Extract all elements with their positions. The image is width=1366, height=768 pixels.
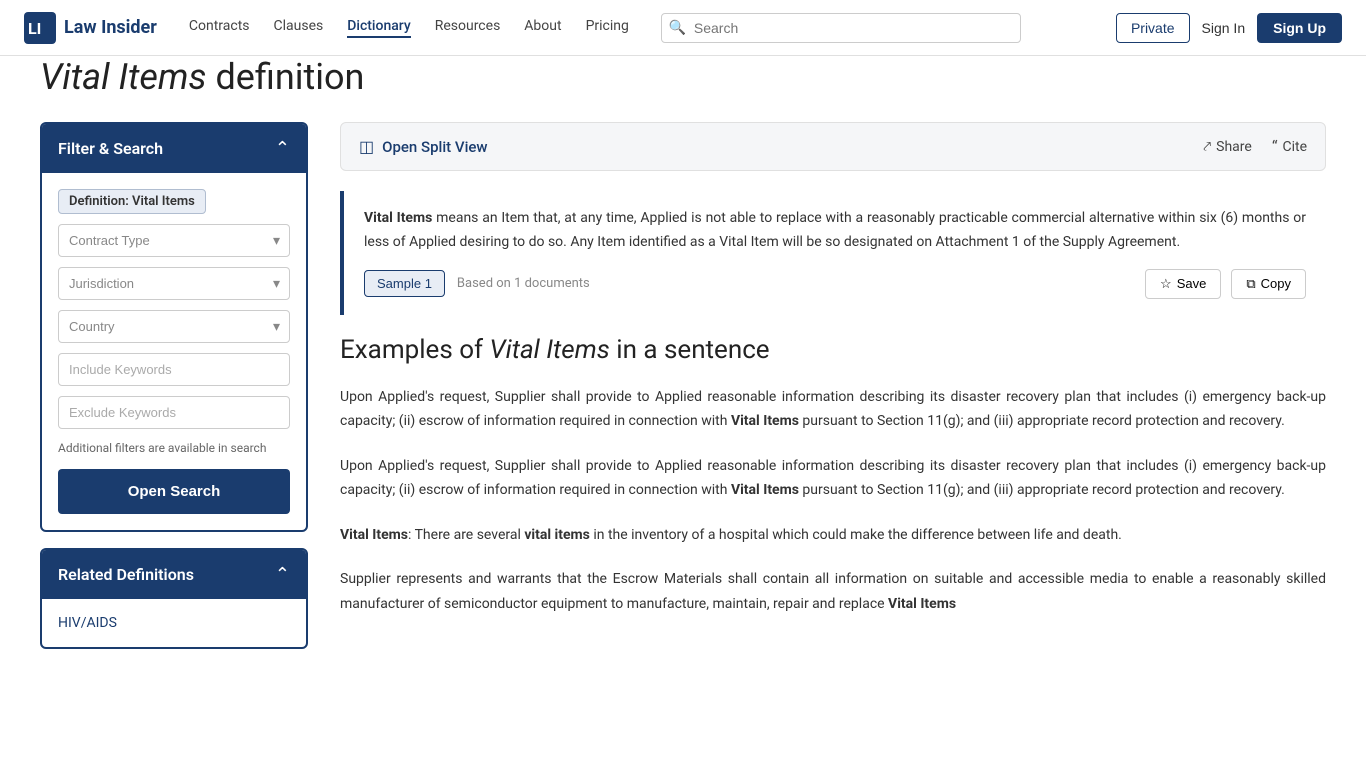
definition-tag-value: Vital Items	[132, 194, 195, 209]
save-button[interactable]: ☆ Save	[1145, 269, 1221, 299]
cite-icon: “	[1272, 137, 1278, 156]
page-title-suffix: definition	[207, 56, 365, 98]
copy-icon: ⧉	[1246, 276, 1255, 292]
sample-1-button[interactable]: Sample 1	[364, 270, 445, 297]
definition-tag-prefix: Definition:	[69, 194, 132, 209]
country-wrapper: Country	[58, 310, 290, 343]
related-box: Related Definitions ⌃ HIV/AIDS	[40, 548, 308, 649]
nav-links: Contracts Clauses Dictionary Resources A…	[189, 18, 629, 38]
signin-button[interactable]: Sign In	[1202, 20, 1246, 36]
country-select[interactable]: Country	[58, 310, 290, 343]
cite-label: Cite	[1282, 139, 1307, 155]
example-para-4: Supplier represents and warrants that th…	[340, 567, 1326, 616]
contract-type-select[interactable]: Contract Type	[58, 224, 290, 257]
include-keywords-input[interactable]	[58, 353, 290, 386]
filter-box: Filter & Search ⌃ Definition: Vital Item…	[40, 122, 308, 532]
filter-header: Filter & Search ⌃	[42, 124, 306, 173]
save-star-icon: ☆	[1160, 276, 1172, 292]
page-title: Vital Items definition	[40, 56, 1326, 98]
nav-pricing[interactable]: Pricing	[586, 18, 629, 38]
svg-text:LI: LI	[28, 19, 41, 38]
navbar: LI Law Insider Contracts Clauses Diction…	[0, 0, 1366, 56]
copy-label: Copy	[1261, 276, 1291, 291]
nav-dictionary[interactable]: Dictionary	[347, 18, 410, 38]
related-header: Related Definitions ⌃	[42, 550, 306, 599]
page-title-italic: Vital Items	[40, 56, 207, 98]
jurisdiction-select[interactable]: Jurisdiction	[58, 267, 290, 300]
logo-text: Law Insider	[64, 17, 157, 38]
content-header: ◫ Open Split View ⤤ Share “ Cite	[340, 122, 1326, 171]
content-header-actions: ⤤ Share “ Cite	[1203, 137, 1307, 156]
example-2-bold: Vital Items	[731, 482, 799, 498]
filter-note: Additional filters are available in sear…	[58, 441, 290, 455]
main-layout: Vital Items definition Filter & Search ⌃…	[0, 56, 1366, 689]
share-icon: ⤤	[1203, 139, 1211, 155]
nav-actions: Private Sign In Sign Up	[1116, 13, 1342, 43]
search-icon: 🔍	[669, 20, 686, 36]
nav-resources[interactable]: Resources	[435, 18, 501, 38]
example-3-bold-inline: vital items	[524, 527, 590, 543]
examples-title-prefix: Examples of	[340, 335, 490, 365]
logo-icon: LI	[24, 12, 56, 44]
signup-button[interactable]: Sign Up	[1257, 13, 1342, 43]
example-4-bold: Vital Items	[888, 596, 956, 612]
definition-bold-term: Vital Items	[364, 210, 432, 226]
open-split-view-label: Open Split View	[382, 138, 487, 156]
example-1-bold: Vital Items	[731, 413, 799, 429]
definition-footer: Sample 1 Based on 1 documents ☆ Save ⧉ C…	[364, 269, 1306, 299]
examples-title-suffix: in a sentence	[610, 335, 770, 365]
definition-footer-right: ☆ Save ⧉ Copy	[1145, 269, 1306, 299]
private-button[interactable]: Private	[1116, 13, 1190, 43]
nav-search-container: 🔍	[661, 13, 1021, 43]
share-label: Share	[1216, 139, 1252, 155]
share-button[interactable]: ⤤ Share	[1203, 139, 1252, 155]
nav-contracts[interactable]: Contracts	[189, 18, 250, 38]
examples-title: Examples of Vital Items in a sentence	[340, 335, 1326, 365]
example-para-3: Vital Items: There are several vital ite…	[340, 523, 1326, 548]
definition-text: Vital Items means an Item that, at any t…	[364, 207, 1306, 255]
left-panel: Filter & Search ⌃ Definition: Vital Item…	[40, 122, 308, 649]
search-input[interactable]	[661, 13, 1021, 43]
page-container: Filter & Search ⌃ Definition: Vital Item…	[40, 122, 1326, 649]
related-header-title: Related Definitions	[58, 565, 194, 584]
definition-footer-left: Sample 1 Based on 1 documents	[364, 270, 590, 297]
split-view-icon: ◫	[359, 137, 374, 156]
based-on-text: Based on 1 documents	[457, 276, 590, 291]
contract-type-wrapper: Contract Type	[58, 224, 290, 257]
example-para-2: Upon Applied's request, Supplier shall p…	[340, 454, 1326, 503]
examples-title-italic: Vital Items	[490, 335, 610, 365]
nav-about[interactable]: About	[524, 18, 561, 38]
open-search-button[interactable]: Open Search	[58, 469, 290, 514]
exclude-keywords-input[interactable]	[58, 396, 290, 429]
open-split-view-btn[interactable]: ◫ Open Split View	[359, 137, 488, 156]
cite-button[interactable]: “ Cite	[1272, 137, 1307, 156]
nav-clauses[interactable]: Clauses	[274, 18, 324, 38]
definition-tag: Definition: Vital Items	[58, 189, 290, 214]
related-collapse-icon[interactable]: ⌃	[275, 564, 290, 585]
save-label: Save	[1177, 276, 1207, 291]
related-body: HIV/AIDS	[42, 599, 306, 647]
example-3-bold-start: Vital Items	[340, 527, 408, 543]
example-para-1: Upon Applied's request, Supplier shall p…	[340, 385, 1326, 434]
page-title-section: Vital Items definition	[40, 56, 1326, 98]
filter-collapse-icon[interactable]: ⌃	[275, 138, 290, 159]
filter-body: Definition: Vital Items Contract Type Ju…	[42, 173, 306, 530]
copy-button[interactable]: ⧉ Copy	[1231, 269, 1306, 299]
right-content: ◫ Open Split View ⤤ Share “ Cite	[340, 122, 1326, 649]
jurisdiction-wrapper: Jurisdiction	[58, 267, 290, 300]
related-link-hivaids[interactable]: HIV/AIDS	[58, 615, 117, 631]
filter-header-title: Filter & Search	[58, 139, 163, 158]
logo[interactable]: LI Law Insider	[24, 12, 157, 44]
definition-card: Vital Items means an Item that, at any t…	[340, 191, 1326, 315]
